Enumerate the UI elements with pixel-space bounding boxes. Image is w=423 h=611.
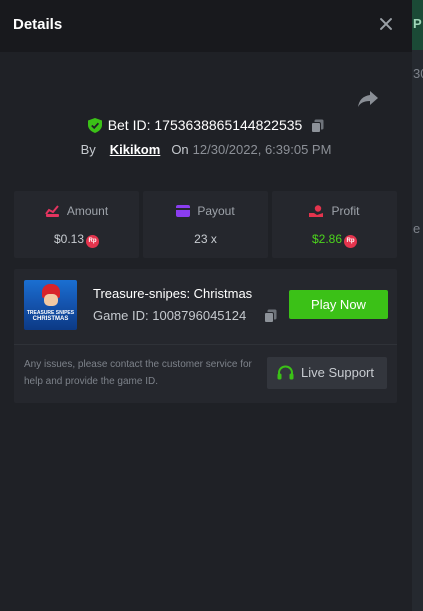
on-label: On <box>171 142 189 157</box>
profit-value: $2.86 <box>311 232 343 246</box>
play-now-button[interactable]: Play Now <box>289 290 388 319</box>
payout-card: Payout 23 x <box>143 191 268 258</box>
profit-card: Profit $2.86 Rp <box>272 191 397 258</box>
game-thumbnail[interactable]: TREASURE SNIPES CHRISTMAS <box>24 280 77 330</box>
profit-label: Profit <box>331 204 360 218</box>
profit-icon <box>309 205 324 217</box>
payout-value: 23 x <box>194 232 217 246</box>
stats-row: Amount $0.13 Rp Payout 23 x Profit $2.86 R… <box>14 191 397 258</box>
currency-badge: Rp <box>344 235 358 248</box>
background-page-strip: P 30 e <box>412 0 423 611</box>
amount-value: $0.13 <box>53 232 85 246</box>
currency-badge: Rp <box>86 235 100 248</box>
live-support-label: Live Support <box>301 365 374 380</box>
bet-id: Bet ID: 1753638865144822535 <box>107 117 303 133</box>
by-label: By <box>80 142 96 157</box>
shield-check-icon <box>87 118 102 133</box>
live-support-button[interactable]: Live Support <box>267 357 387 389</box>
username-link[interactable]: Kikikom <box>110 142 161 157</box>
divider <box>14 344 397 345</box>
copy-icon[interactable] <box>311 119 324 133</box>
game-id: Game ID: 1008796045124 <box>93 308 247 323</box>
panel-header: Details <box>0 0 412 52</box>
payout-label: Payout <box>197 204 235 218</box>
game-card: TREASURE SNIPES CHRISTMAS Treasure-snipe… <box>14 269 397 403</box>
amount-label: Amount <box>66 204 109 218</box>
share-icon[interactable] <box>357 89 379 109</box>
amount-icon <box>45 205 59 217</box>
wallet-icon <box>176 205 191 217</box>
support-note: Any issues, please contact the customer … <box>24 359 252 387</box>
thumbnail-subtitle: CHRISTMAS <box>32 316 69 322</box>
close-icon[interactable] <box>376 15 396 35</box>
headset-icon <box>277 365 294 380</box>
bet-datetime: 12/30/2022, 6:39:05 PM <box>192 142 332 157</box>
thumbnail-art <box>44 294 58 306</box>
copy-icon[interactable] <box>264 309 277 323</box>
background-text-fragment: 30 <box>413 66 423 81</box>
details-panel: Details Bet ID: 1753638865144822535 By Ki… <box>0 0 412 611</box>
background-text-fragment: e <box>413 221 421 236</box>
bet-id-row: Bet ID: 1753638865144822535 <box>0 117 412 133</box>
game-name: Treasure-snipes: Christmas <box>93 286 253 301</box>
bet-meta-row: By Kikikom On 12/30/2022, 6:39:05 PM <box>0 142 412 157</box>
panel-title: Details <box>13 16 63 33</box>
background-text-fragment: P <box>413 16 422 31</box>
amount-card: Amount $0.13 Rp <box>14 191 139 258</box>
